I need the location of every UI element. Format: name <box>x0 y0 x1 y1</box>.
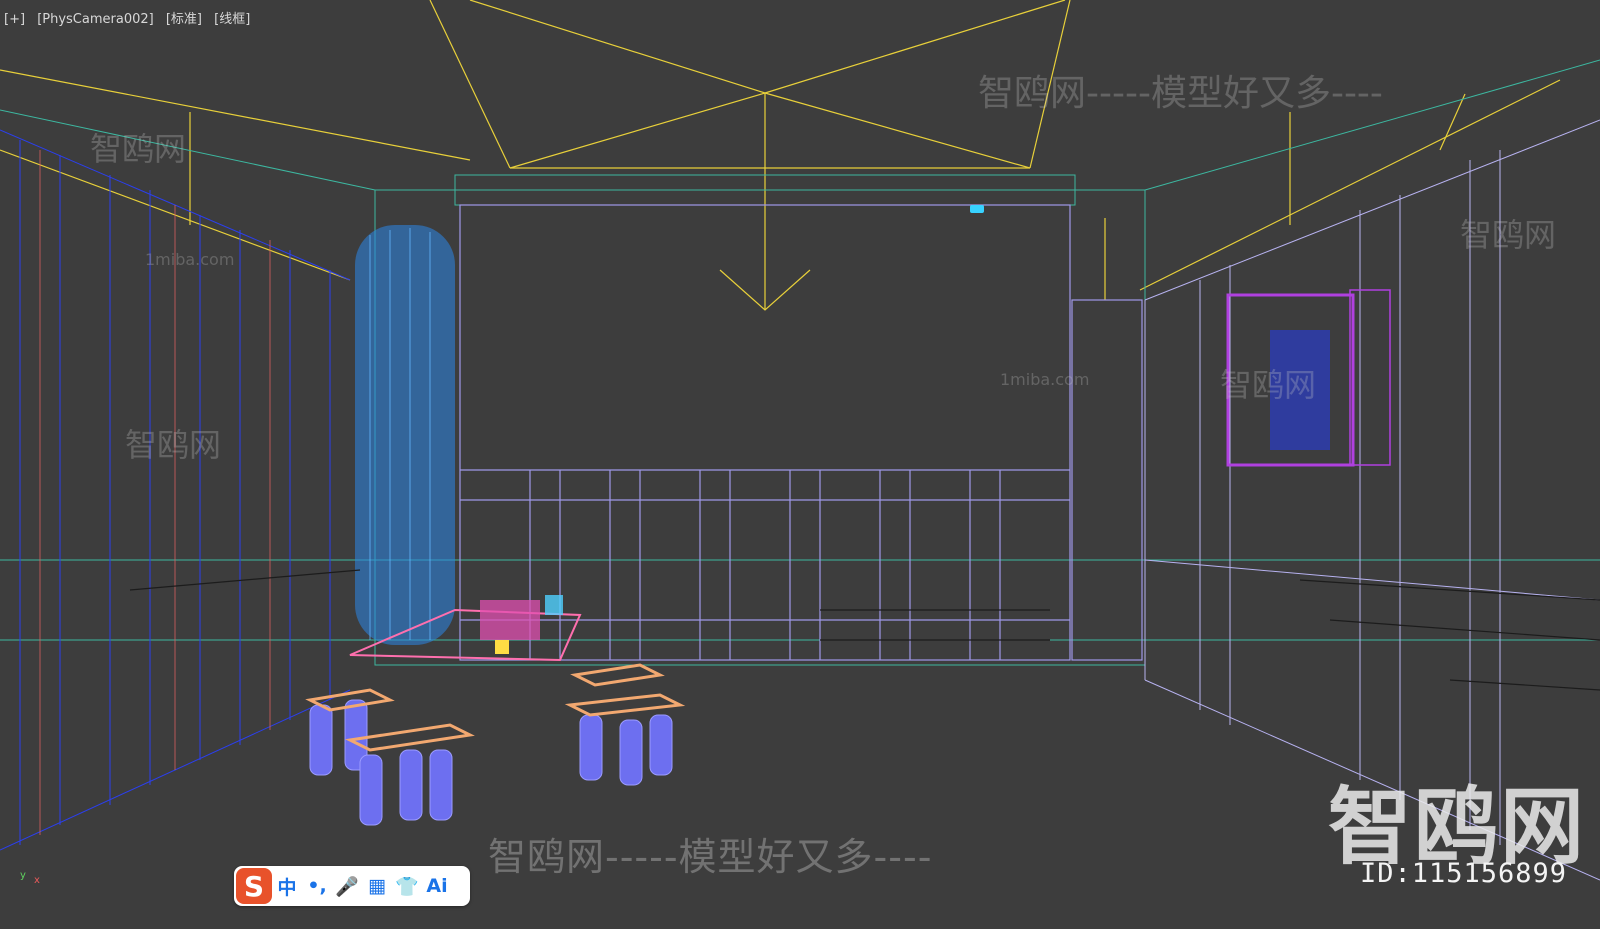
viewport-display-wireframe[interactable]: [线框] <box>214 12 250 27</box>
back-wall <box>459 204 1143 661</box>
viewport-shading-standard[interactable]: [标准] <box>166 12 202 27</box>
model-id: ID:115156899 <box>1360 858 1568 889</box>
ime-chinese-mode-button[interactable]: 中 <box>272 871 302 901</box>
window-blind <box>1270 330 1330 450</box>
axis-x-label: x <box>34 875 40 886</box>
ime-skin-icon[interactable]: 👕 <box>392 871 422 901</box>
light-marker <box>970 205 984 213</box>
viewport-menu-plus[interactable]: [+] <box>4 12 25 27</box>
ime-toolbar[interactable]: S 中 •, 🎤 ▦ 👕 Ai <box>234 866 470 906</box>
viewport-camera-name[interactable]: [PhysCamera002] <box>37 12 154 27</box>
3d-viewport[interactable]: [+] [PhysCamera002] [标准] [线框] 智鸥网-----模型… <box>0 0 1600 929</box>
sogou-logo-icon[interactable]: S <box>236 868 272 904</box>
ime-punctuation-button[interactable]: •, <box>302 871 332 901</box>
axis-gizmo: y x <box>20 870 40 886</box>
ime-voice-icon[interactable]: 🎤 <box>332 871 362 901</box>
ceiling-lines <box>0 0 1561 311</box>
ime-keyboard-icon[interactable]: ▦ <box>362 871 392 901</box>
ime-ai-button[interactable]: Ai <box>422 871 452 901</box>
left-wall-red-lines <box>39 150 271 835</box>
viewport-label[interactable]: [+] [PhysCamera002] [标准] [线框] <box>4 8 258 27</box>
floor-lines <box>129 569 1600 691</box>
